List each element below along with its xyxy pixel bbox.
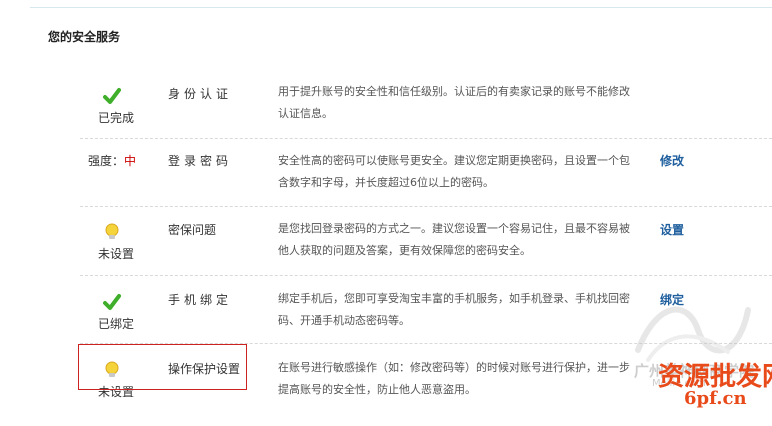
feature-description: 安全性高的密码可以使账号更安全。建议您定期更换密码，且设置一个包含数字和字母，并… — [278, 154, 630, 189]
strength-value: 中 — [124, 154, 137, 168]
status-text: 未设置 — [97, 247, 134, 261]
highlight-box — [78, 344, 247, 390]
feature-description: 用于提升账号的安全性和信任级别。认证后的有卖家记录的账号不能修改认证信息。 — [278, 85, 630, 120]
row-divider — [80, 206, 772, 207]
check-icon — [103, 88, 121, 104]
status-cell: 未设置 — [80, 220, 152, 288]
set-question-link[interactable]: 设置 — [660, 222, 684, 238]
strength-label: 强度： — [88, 154, 125, 168]
lightbulb-icon — [105, 223, 119, 239]
check-icon — [103, 294, 121, 310]
status-text: 已完成 — [97, 111, 134, 125]
feature-name: 密保问题 — [168, 223, 217, 237]
modify-password-link[interactable]: 修改 — [660, 153, 684, 169]
password-strength: 强度：中 — [88, 153, 136, 169]
row-divider — [80, 138, 772, 139]
security-row-password: 强度：中 登录密码 安全性高的密码可以使账号更安全。建议您定期更换密码，且设置一… — [80, 142, 772, 210]
watermark-site: 6pf.cn — [684, 388, 747, 409]
feature-description: 在账号进行敏感操作（如：修改密码等）的时候对账号进行保护，进一步提高账号的安全性… — [278, 361, 630, 396]
feature-description: 绑定手机后，您即可享受淘宝丰富的手机服务，如手机登录、手机找回密码、开通手机动态… — [278, 292, 630, 327]
security-row-question: 未设置 密保问题 是您找回登录密码的方式之一。建议您设置一个容易记住，且最不容易… — [80, 220, 772, 288]
top-divider — [30, 7, 772, 8]
status-text: 已绑定 — [97, 317, 134, 331]
section-title: 您的安全服务 — [48, 30, 121, 44]
feature-description: 是您找回登录密码的方式之一。建议您设置一个容易记住，且最不容易被他人获取的问题及… — [278, 222, 630, 257]
feature-name: 登录密码 — [168, 154, 233, 168]
feature-name: 手机绑定 — [168, 293, 233, 307]
feature-name: 身份认证 — [168, 87, 233, 101]
row-divider — [80, 275, 772, 276]
